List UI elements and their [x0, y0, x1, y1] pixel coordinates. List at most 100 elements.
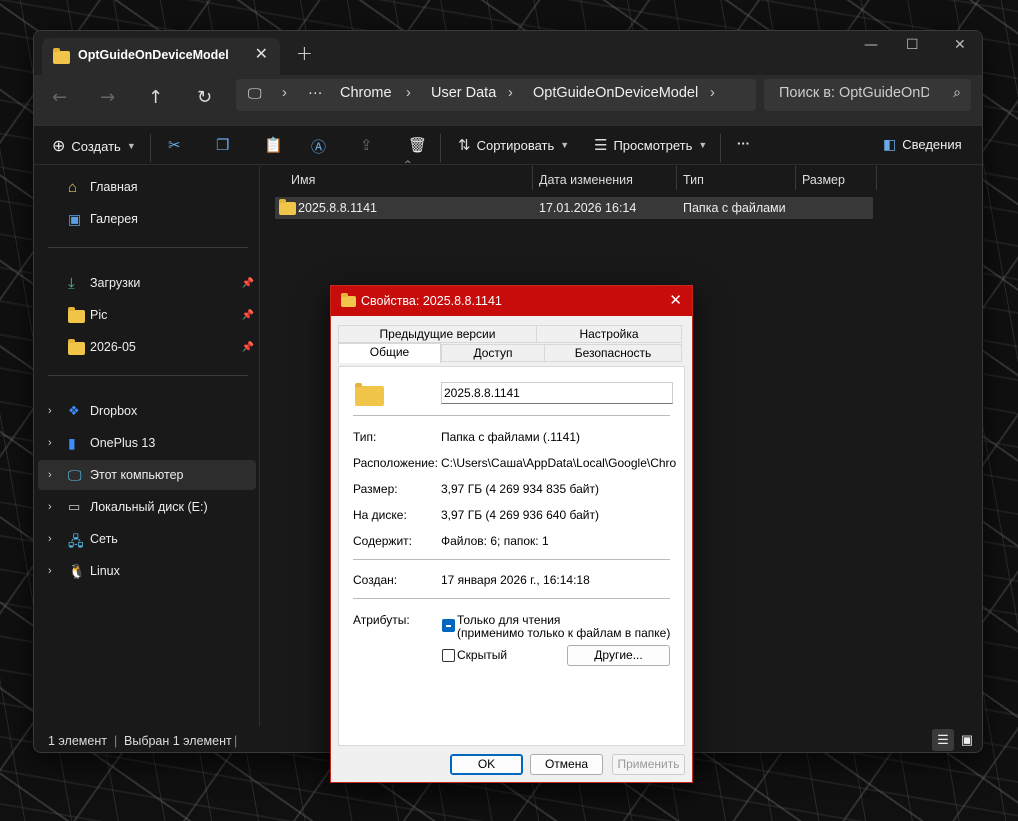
breadcrumb-chrome[interactable]: Chrome — [340, 85, 392, 101]
plus-circle-icon: ⊕ — [52, 138, 66, 155]
view-label: Просмотреть — [613, 137, 693, 153]
chevron-right-icon: › — [508, 85, 513, 101]
forward-button[interactable]: → — [100, 87, 115, 108]
rename-icon[interactable]: Ⓐ — [311, 136, 326, 157]
selected-count: Выбран 1 элемент — [124, 734, 232, 748]
sidebar-item-dropbox[interactable]: › ❖ Dropbox — [38, 396, 256, 426]
sort-button[interactable]: ⇅ Сортировать ▼ — [458, 136, 569, 154]
search-placeholder: Поиск в: OptGuideOnDeviceModel — [779, 85, 929, 101]
chevron-right-icon[interactable]: › — [48, 469, 52, 481]
view-icon: ☰ — [594, 137, 608, 154]
cut-icon[interactable]: ✂ — [168, 136, 181, 154]
column-header-modified[interactable]: Дата изменения — [539, 173, 633, 187]
column-divider[interactable] — [532, 166, 533, 190]
chevron-right-icon[interactable]: › — [710, 85, 715, 101]
properties-dialog: Свойства: 2025.8.8.1141 ✕ Предыдущие вер… — [330, 285, 693, 783]
advanced-button[interactable]: Другие... — [567, 645, 670, 666]
column-header-type[interactable]: Тип — [683, 173, 704, 187]
tab-optguide[interactable]: OptGuideOnDeviceModel ✕ — [42, 38, 280, 75]
address-row: ← → ↑ ↻ 🖵 › ··· Chrome › User Data › Opt… — [34, 75, 982, 125]
breadcrumb-optguide[interactable]: OptGuideOnDeviceModel — [533, 85, 698, 101]
file-name: 2025.8.8.1141 — [298, 201, 378, 215]
chevron-right-icon[interactable]: › — [48, 405, 52, 417]
sidebar-item-local-disk[interactable]: › ▭ Локальный диск (E:) — [38, 492, 256, 522]
share-icon[interactable]: ⇪ — [360, 136, 373, 154]
sidebar-item-downloads[interactable]: ⤓ Загрузки 📌 — [38, 268, 256, 298]
tab-customize[interactable]: Настройка — [536, 325, 682, 343]
close-window-button[interactable]: ✕ — [954, 37, 966, 53]
prop-label-size: Размер: — [353, 482, 398, 496]
details-view-icon[interactable]: ☰ — [932, 729, 954, 751]
new-tab-button[interactable]: + — [296, 41, 313, 65]
dialog-title: Свойства: 2025.8.8.1141 — [361, 294, 502, 308]
prop-label-contains: Содержит: — [353, 534, 412, 548]
folder-icon — [53, 47, 70, 64]
create-button[interactable]: ⊕ Создать ▼ — [52, 136, 136, 156]
sidebar-item-home[interactable]: ⌂ Главная — [38, 172, 256, 202]
details-button[interactable]: ◧ Сведения — [883, 136, 962, 153]
folder-name-field[interactable] — [441, 382, 673, 404]
divider — [353, 598, 670, 599]
prop-value-type: Папка с файлами (.1141) — [441, 430, 580, 444]
general-tab-panel: Тип: Папка с файлами (.1141) Расположени… — [338, 366, 685, 746]
column-divider[interactable] — [676, 166, 677, 190]
sidebar-item-network[interactable]: › 🖧 Сеть — [38, 524, 256, 554]
sidebar-item-2026-05[interactable]: 2026-05 📌 — [38, 332, 256, 362]
chevron-right-icon[interactable]: › — [48, 565, 52, 577]
column-divider[interactable] — [795, 166, 796, 190]
refresh-button[interactable]: ↻ — [197, 87, 212, 108]
hidden-checkbox[interactable] — [442, 649, 455, 662]
breadcrumb-more[interactable]: ··· — [308, 85, 323, 101]
sidebar-item-oneplus[interactable]: › ▮ OnePlus 13 — [38, 428, 256, 458]
sidebar-item-label: Linux — [90, 564, 120, 578]
pin-icon[interactable]: 📌 — [242, 310, 254, 321]
sidebar-item-this-pc[interactable]: › 🖵 Этот компьютер — [38, 460, 256, 490]
download-icon: ⤓ — [68, 275, 75, 292]
chevron-right-icon[interactable]: › — [48, 533, 52, 545]
sidebar-item-label: Этот компьютер — [90, 468, 184, 482]
prop-value-size-on-disk: 3,97 ГБ (4 269 936 640 байт) — [441, 508, 599, 522]
more-options-button[interactable]: ··· — [737, 136, 750, 151]
sidebar-item-label: Локальный диск (E:) — [90, 500, 208, 514]
column-divider[interactable] — [876, 166, 877, 190]
paste-icon[interactable]: 📋 — [264, 136, 283, 154]
divider — [150, 134, 151, 162]
command-bar: ⊕ Создать ▼ ✂ ❐ 📋 Ⓐ ⇪ 🗑 ⇅ Сортировать ▼ … — [34, 125, 982, 165]
ok-button[interactable]: OK — [450, 754, 523, 775]
table-row[interactable]: 2025.8.8.1141 17.01.2026 16:14 Папка с ф… — [275, 197, 873, 219]
maximize-button[interactable]: ☐ — [906, 37, 919, 53]
prop-value-size: 3,97 ГБ (4 269 934 835 байт) — [441, 482, 599, 496]
home-icon: ⌂ — [68, 179, 78, 196]
chevron-right-icon[interactable]: › — [48, 437, 52, 449]
apply-button[interactable]: Применить — [612, 754, 685, 775]
breadcrumb-user-data[interactable]: User Data — [431, 85, 496, 101]
copy-icon[interactable]: ❐ — [216, 136, 229, 154]
sidebar-item-pic[interactable]: Pic 📌 — [38, 300, 256, 330]
file-type: Папка с файлами — [683, 201, 786, 215]
view-button[interactable]: ☰ Просмотреть ▼ — [594, 136, 707, 154]
minimize-button[interactable]: — — [864, 37, 878, 53]
pin-icon[interactable]: 📌 — [242, 342, 254, 353]
pin-icon[interactable]: 📌 — [242, 278, 254, 289]
back-button[interactable]: ← — [52, 87, 67, 108]
tab-general[interactable]: Общие — [338, 343, 441, 363]
column-header-name[interactable]: Имя — [291, 173, 315, 187]
sidebar-item-label: Главная — [90, 180, 138, 194]
readonly-checkbox[interactable] — [442, 619, 455, 632]
tab-previous-versions[interactable]: Предыдущие версии — [338, 325, 537, 343]
sort-icon: ⇅ — [458, 137, 471, 154]
tab-sharing[interactable]: Доступ — [441, 344, 545, 362]
search-input[interactable]: Поиск в: OptGuideOnDeviceModel ⌕ — [764, 79, 971, 111]
address-bar[interactable]: 🖵 › ··· Chrome › User Data › OptGuideOnD… — [236, 79, 756, 111]
tab-security[interactable]: Безопасность — [544, 344, 682, 362]
sidebar-item-linux[interactable]: › 🐧 Linux — [38, 556, 256, 586]
cancel-button[interactable]: Отмена — [530, 754, 603, 775]
delete-icon[interactable]: 🗑 — [408, 136, 427, 154]
tiles-view-icon[interactable]: ▣ — [956, 729, 978, 751]
column-header-size[interactable]: Размер — [802, 173, 845, 187]
close-icon[interactable]: ✕ — [669, 291, 682, 309]
sidebar-item-gallery[interactable]: ▣ Галерея — [38, 204, 256, 234]
close-tab-icon[interactable]: ✕ — [255, 44, 268, 63]
up-button[interactable]: ↑ — [148, 87, 163, 108]
chevron-right-icon[interactable]: › — [48, 501, 52, 513]
